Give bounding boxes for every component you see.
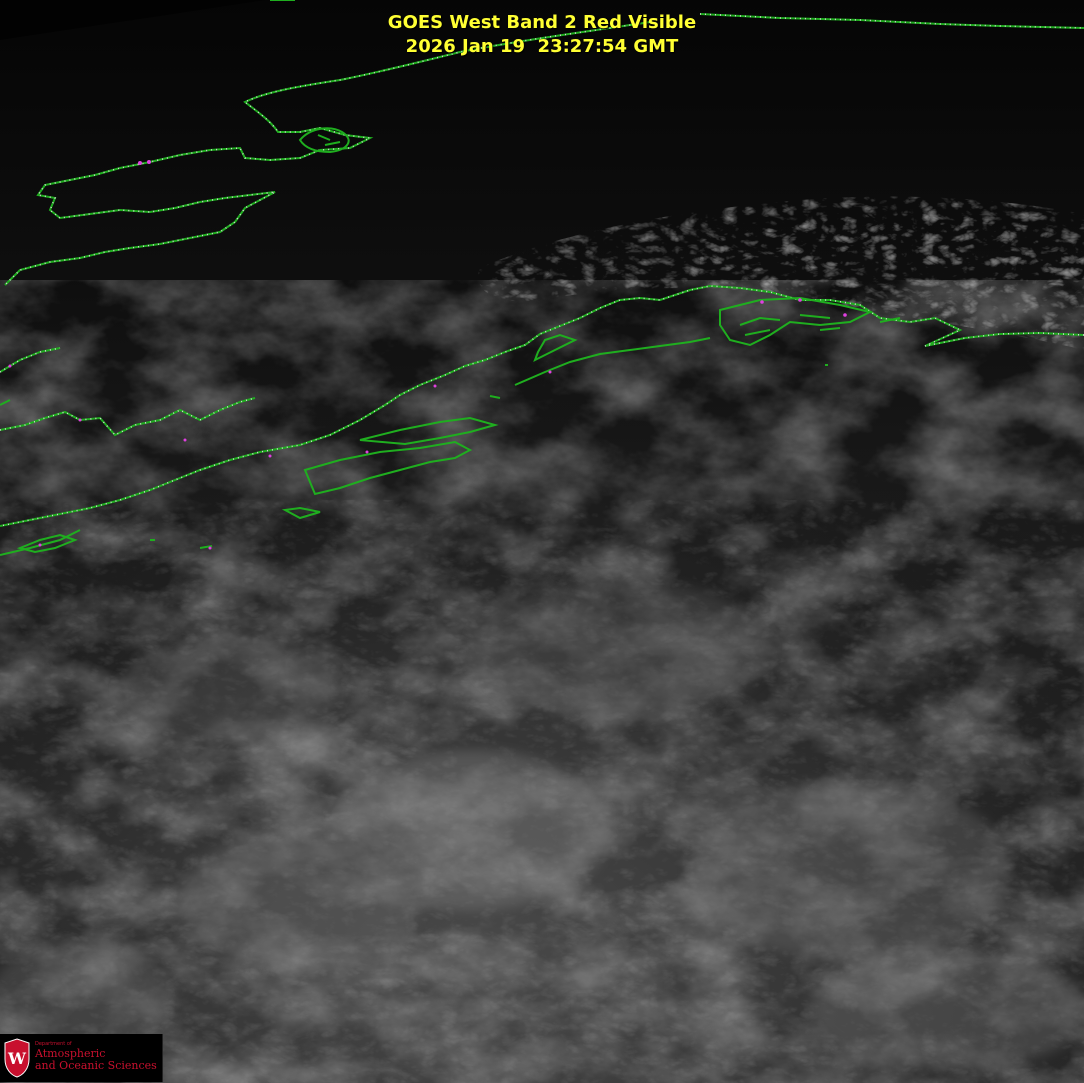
image-timestamp: 2026 Jan 19 23:27:54 GMT [405, 36, 679, 57]
logo-line-2: and Oceanic Sciences [35, 1059, 157, 1072]
image-title: GOES West Band 2 Red Visible [387, 12, 697, 33]
aos-logo: W Department of Atmospheric and Oceanic … [0, 1034, 163, 1082]
satellite-image-view: GOES West Band 2 Red Visible 2026 Jan 19… [0, 0, 1084, 1083]
uw-crest-icon: W [4, 1038, 30, 1078]
crest-letter: W [7, 1049, 27, 1068]
satellite-imagery [0, 0, 1084, 1083]
